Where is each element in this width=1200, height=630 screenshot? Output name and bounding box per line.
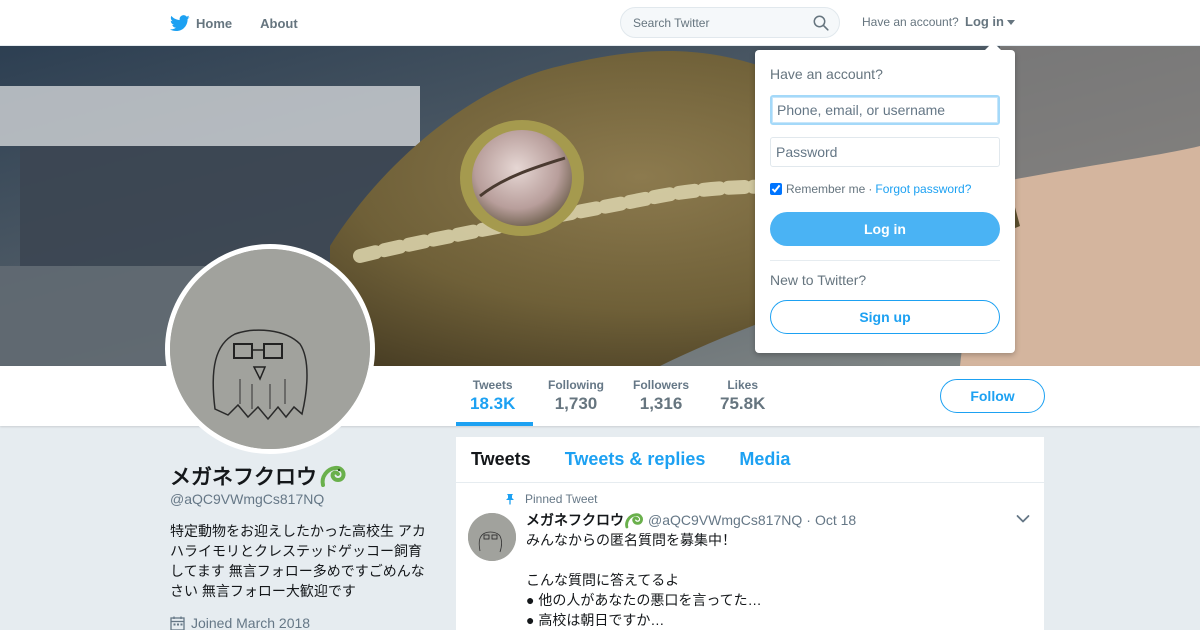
search-box[interactable] [620,7,840,38]
timeline-panel: Tweets Tweets & replies Media Pinned Twe… [456,437,1044,630]
stat-following[interactable]: Following 1,730 [548,378,604,414]
profile-name: メガネフクロウ [170,461,347,491]
tweet-text-line: ● 他の人があなたの悪口を言ってた… [526,592,762,608]
follow-button[interactable]: Follow [940,379,1045,413]
tweet-text-line: みんなからの匿名質問を募集中！ [526,532,736,548]
nav-about-link[interactable]: About [260,16,298,31]
profile-handle[interactable]: @aQC9VWmgCs817NQ [170,491,324,507]
timeline-tabs: Tweets Tweets & replies Media [456,437,1044,483]
stat-following-label: Following [548,378,604,392]
remember-separator: · [868,182,873,196]
lizard-emoji-icon [320,465,346,487]
remember-me-row: Remember me · Forgot password? [770,182,971,196]
tweet-text: みんなからの匿名質問を募集中！ こんな質問に答えてるよ ● 他の人があなたの悪口… [526,530,1006,630]
profile-joined: Joined March 2018 [170,615,310,630]
lizard-emoji-icon [625,512,643,528]
remember-me-label[interactable]: Remember me [786,182,865,196]
nav-left: Home About [170,0,326,46]
tweet-text-line: ● 高校は朝日ですか… [526,612,665,628]
stat-likes-value: 75.8K [720,394,766,413]
tweet-text-line: こんな質問に答えてるよ [526,572,680,588]
pinned-tweet-text: Pinned Tweet [525,492,598,506]
nav-about-label: About [260,15,298,31]
username-field[interactable] [770,95,1000,125]
tweet-author-name-text: メガネフクロウ [526,512,624,528]
search-input[interactable] [633,15,813,30]
login-dropdown: Have an account? Remember me · Forgot pa… [755,42,1015,353]
stat-following-value: 1,730 [554,394,598,413]
password-field[interactable] [770,137,1000,167]
new-to-twitter-text: New to Twitter? [770,272,867,288]
profile-name-text: メガネフクロウ [170,466,317,489]
dropdown-divider [770,260,1000,261]
tweet-author-handle[interactable]: @aQC9VWmgCs817NQ [648,512,802,528]
tab-media[interactable]: Media [739,449,790,470]
tweet-header: メガネフクロウ @aQC9VWmgCs817NQ · Oct 18 [526,510,856,530]
profile-avatar[interactable] [165,244,375,454]
tweet-timestamp[interactable]: Oct 18 [815,512,856,528]
chevron-down-icon[interactable] [1016,514,1030,524]
stat-likes[interactable]: Likes 75.8K [720,378,765,414]
twitter-bird-icon [170,14,190,31]
owl-sketch-small-icon [468,513,516,561]
active-stat-indicator [456,422,533,426]
owl-drawing-avatar [170,249,370,449]
signup-button[interactable]: Sign up [770,300,1000,334]
remember-me-checkbox[interactable] [770,183,782,195]
stat-followers-value: 1,316 [639,394,683,413]
login-dropdown-question: Have an account? [770,66,883,82]
tweet-author-avatar[interactable] [468,513,516,561]
top-navigation-bar: Home About Have an account? Log in [0,0,1200,46]
tab-tweets[interactable]: Tweets [471,449,531,470]
stat-tweets-value: 18.3K [470,394,516,413]
owl-sketch-icon [170,249,370,449]
search-icon[interactable] [813,15,829,31]
tweet-separator: · [806,512,811,528]
stat-followers[interactable]: Followers 1,316 [633,378,689,414]
stat-tweets-label: Tweets [472,378,513,392]
profile-joined-text: Joined March 2018 [191,615,311,630]
pin-icon [506,494,514,505]
tweet-text-line [526,550,1006,570]
nav-home-label: Home [196,15,233,31]
tweet-author-name[interactable]: メガネフクロウ [526,510,644,530]
profile-bio: 特定動物をお迎えしたかった高校生 アカハライモリとクレステッドゲッコー飼育してま… [170,523,426,599]
caret-down-icon [1007,19,1015,25]
tab-tweets-and-replies[interactable]: Tweets & replies [565,449,706,470]
stat-tweets[interactable]: Tweets 18.3K [470,378,515,414]
login-dropdown-toggle[interactable]: Log in [965,14,1015,29]
account-question: Have an account? [862,15,959,29]
login-button[interactable]: Log in [770,212,1000,246]
forgot-password-link[interactable]: Forgot password? [875,182,971,196]
calendar-icon [170,616,185,630]
nav-home-link[interactable]: Home [170,14,233,32]
stat-likes-label: Likes [727,378,759,392]
login-toggle-label: Log in [965,14,1004,29]
stat-followers-label: Followers [633,378,690,392]
pinned-tweet-label: Pinned Tweet [504,492,598,506]
